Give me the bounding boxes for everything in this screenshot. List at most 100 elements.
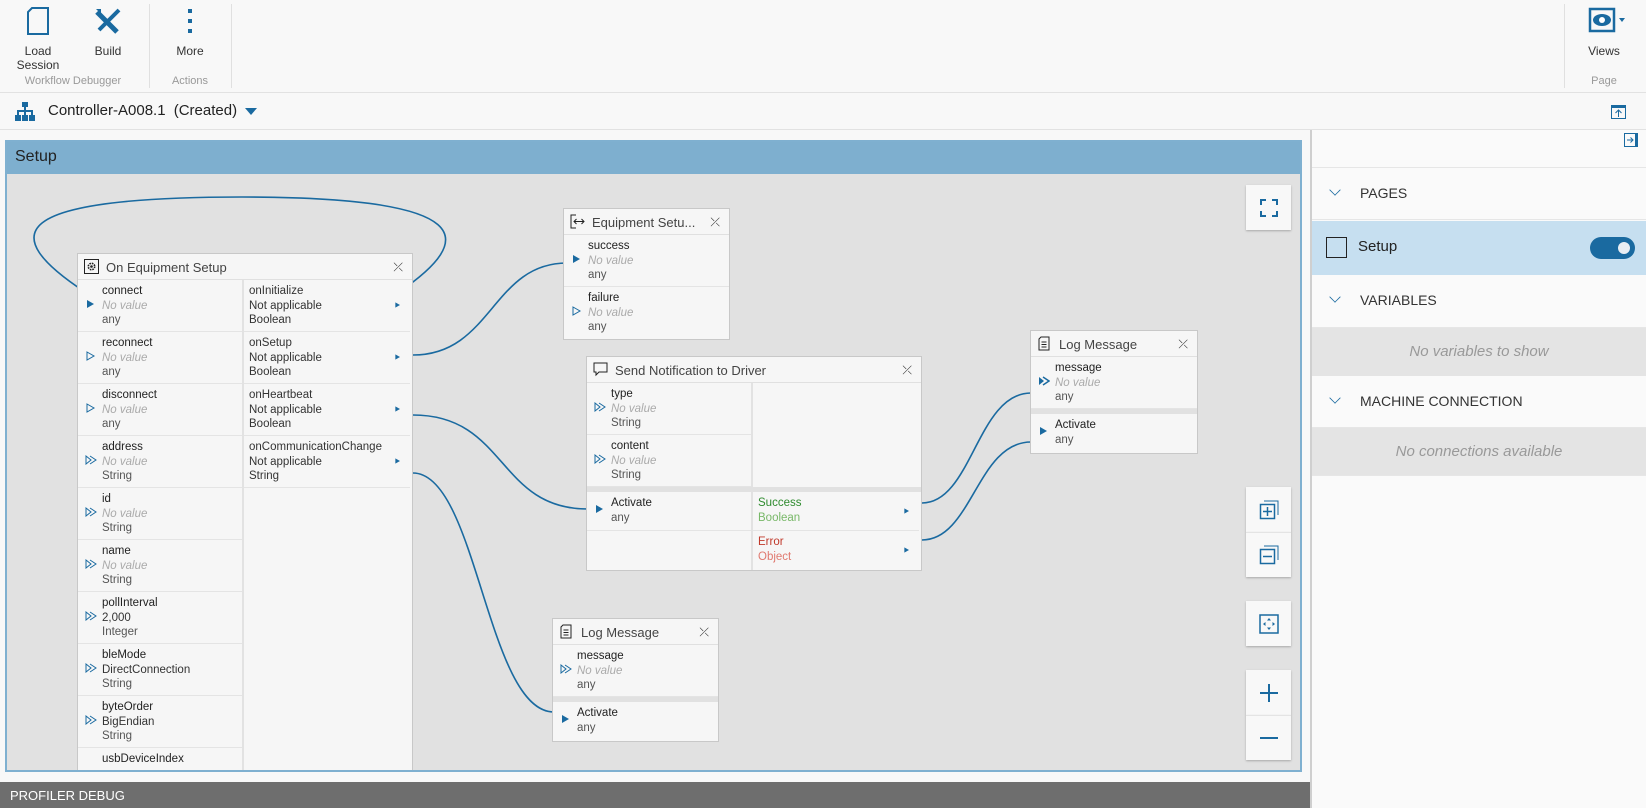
output-port-icon[interactable] [394,404,402,414]
node-eqs[interactable]: Equipment Setu... ⤫ success No value any fail… [563,208,730,340]
output-event[interactable]: onInitialize Not applicable Boolean [244,280,410,332]
outline-input-port-icon[interactable] [85,403,97,413]
activate-port-icon[interactable] [560,714,572,724]
input-parameter[interactable]: address No value String [78,436,242,488]
collapse-all-button[interactable] [1246,532,1291,577]
activate-port-icon[interactable] [594,504,606,514]
zoom-in-button[interactable] [1246,670,1291,715]
node-snd[interactable]: Send Notification to Driver ⤫ type No value… [586,356,922,571]
collapse-node-icon[interactable]: ⤫ [393,260,403,275]
collapse-panel-icon[interactable] [1624,133,1638,147]
activate-input[interactable]: Activate any [1031,414,1197,453]
controller-selector[interactable]: Controller-A008.1 (Created) [48,102,258,119]
list-input-port-icon[interactable] [594,401,606,413]
maximize-panel-icon[interactable] [1611,105,1626,119]
filled-input-port-icon[interactable] [85,299,97,309]
parameter-value[interactable]: No value [588,306,729,321]
node-header[interactable]: Equipment Setu... ⤫ [564,209,729,235]
node-header[interactable]: Log Message ⤫ [553,619,718,645]
more-button[interactable]: More [158,6,222,58]
collapse-node-icon[interactable]: ⤫ [902,363,912,378]
node-log1[interactable]: Log Message ⤫ message No value any Activate an… [1030,330,1198,454]
node-header[interactable]: Log Message ⤫ [1031,331,1197,357]
outline-input-port-icon[interactable] [85,351,97,361]
collapse-node-icon[interactable]: ⤫ [1178,337,1188,352]
parameter-value[interactable]: No value [588,254,729,269]
parameter-value[interactable]: No value [102,351,242,366]
workflow-canvas[interactable]: On Equipment Setup ⤫ connect No value any rec… [7,174,1300,770]
expand-all-button[interactable] [1246,487,1291,532]
node-log2[interactable]: Log Message ⤫ message No value any Activate an… [552,618,719,742]
outline-input-port-icon[interactable] [571,306,583,316]
list-input-port-icon[interactable] [85,714,97,726]
input-parameter[interactable]: byteOrder BigEndian String [78,696,242,748]
input-parameter[interactable]: message No value any [1031,357,1197,409]
parameter-value[interactable]: No value [577,664,718,679]
list-input-port-icon[interactable] [85,558,97,570]
page-item-setup[interactable]: Setup [1312,221,1646,275]
output-event[interactable]: onHeartbeat Not applicable Boolean [244,384,410,436]
output-port-icon[interactable] [394,300,402,310]
views-button[interactable]: Views [1572,6,1636,58]
parameter-value[interactable]: BigEndian [102,715,242,730]
result-success[interactable]: Success Boolean [753,492,919,531]
load-session-button[interactable]: Load Session [6,6,70,72]
parameter-value[interactable]: No value [1055,376,1197,391]
parameter-value[interactable]: No value [611,402,751,417]
node-oes[interactable]: On Equipment Setup ⤫ connect No value any rec… [77,253,413,770]
build-button[interactable]: Build [76,6,140,58]
input-parameter[interactable]: disconnect No value any [78,384,242,436]
list-input-port-icon[interactable] [85,506,97,518]
input-parameter[interactable]: reconnect No value any [78,332,242,384]
machine-connection-section-header[interactable]: MACHINE CONNECTION [1312,376,1646,428]
input-parameter[interactable]: name No value String [78,540,242,592]
parameter-value[interactable]: No value [102,559,242,574]
fit-to-screen-button[interactable] [1246,601,1291,646]
input-parameter[interactable]: id No value String [78,488,242,540]
output-event[interactable]: onSetup Not applicable Boolean [244,332,410,384]
page-enabled-toggle[interactable] [1590,237,1635,259]
output-port-icon[interactable] [903,506,911,516]
node-header[interactable]: Send Notification to Driver ⤫ [587,357,921,383]
filled-input-port-icon[interactable] [571,254,583,264]
page-checkbox[interactable] [1326,237,1347,258]
output-port-icon[interactable] [394,352,402,362]
parameter-value[interactable]: No value [102,299,242,314]
output-event[interactable]: onCommunicationChange Not applicable Strin… [244,436,410,488]
input-parameter[interactable]: usbDeviceIndex [78,748,242,770]
input-parameter[interactable]: pollInterval 2,000 Integer [78,592,242,644]
activate-input[interactable]: Activate any [587,492,751,531]
list-input-port-icon[interactable] [560,663,572,675]
input-parameter[interactable]: content No value String [587,435,751,487]
collapse-node-icon[interactable]: ⤫ [699,625,709,640]
parameter-value[interactable]: No value [102,507,242,522]
input-parameter[interactable]: connect No value any [78,280,242,332]
none-input-port-icon[interactable] [85,767,97,770]
parameter-value[interactable]: 2,000 [102,611,242,626]
result-error[interactable]: Error Object [753,531,919,570]
output-port-icon[interactable] [903,545,911,555]
collapse-node-icon[interactable]: ⤫ [710,215,720,230]
list-filled-input-port-icon[interactable] [1038,376,1051,386]
activate-input[interactable]: Activate any [553,702,718,741]
list-input-port-icon[interactable] [85,454,97,466]
variables-section-header[interactable]: VARIABLES [1312,275,1646,328]
list-input-port-icon[interactable] [85,662,97,674]
output-port-icon[interactable] [394,456,402,466]
list-input-port-icon[interactable] [85,610,97,622]
zoom-out-button[interactable] [1246,715,1291,760]
fullscreen-button[interactable] [1246,185,1291,230]
pages-section-header[interactable]: PAGES [1312,168,1646,220]
list-input-port-icon[interactable] [594,453,606,465]
parameter-value[interactable]: DirectConnection [102,663,242,678]
profiler-debug-bar[interactable]: PROFILER DEBUG [0,782,1311,808]
input-parameter[interactable]: message No value any [553,645,718,697]
parameter-value[interactable]: No value [611,454,751,469]
node-header[interactable]: On Equipment Setup ⤫ [78,254,412,280]
parameter-value[interactable]: No value [102,403,242,418]
input-parameter[interactable]: success No value any [564,235,729,287]
input-parameter[interactable]: type No value String [587,383,751,435]
input-parameter[interactable]: bleMode DirectConnection String [78,644,242,696]
parameter-value[interactable]: No value [102,455,242,470]
activate-port-icon[interactable] [1038,426,1050,436]
